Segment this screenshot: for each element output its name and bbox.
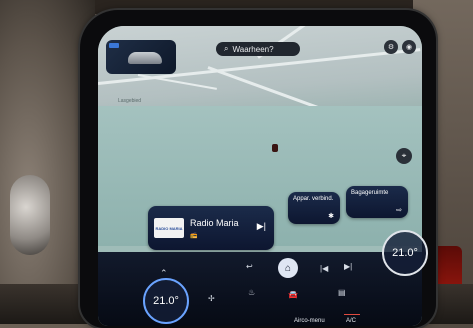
- profile-card[interactable]: [106, 40, 176, 74]
- rear-defrost-icon[interactable]: ▤: [338, 288, 346, 297]
- radio-icon: 📻: [190, 233, 198, 239]
- seat-heat-icon[interactable]: ♨: [248, 288, 255, 297]
- back-button[interactable]: ↩: [246, 262, 253, 271]
- shortcut-label: Appar. verbind.: [293, 196, 334, 202]
- fan-icon[interactable]: ✢: [208, 294, 215, 303]
- map-layers-button[interactable]: ◉: [402, 40, 416, 54]
- profile-badge: [109, 43, 119, 48]
- station-logo: RADIO MARIA: [154, 218, 184, 238]
- location-icon: ⌖: [401, 151, 407, 160]
- ac-indicator: [344, 314, 360, 315]
- home-button[interactable]: ⌂: [278, 258, 298, 278]
- map-top-controls: ⚙ ◉: [384, 40, 416, 54]
- right-temperature-value: 21.0°: [392, 247, 418, 259]
- control-knob: [10, 175, 50, 255]
- station-name: Radio Maria: [190, 218, 239, 228]
- airco-menu-button[interactable]: Airco-menu: [294, 318, 325, 324]
- map-settings-button[interactable]: ⚙: [384, 40, 398, 54]
- trunk-icon: ⇨: [396, 207, 402, 214]
- home-icon: ⌂: [284, 262, 292, 274]
- media-next-button[interactable]: ▶|: [257, 221, 266, 232]
- shortcut-label: Bagageruimte: [351, 190, 389, 196]
- car-icon[interactable]: 🚘: [288, 290, 298, 299]
- search-placeholder: Waarheen?: [232, 44, 274, 54]
- infotainment-screen: Lasgebied ⌕ Waarheen? ⚙ ◉ ⌖ RADIO MARIA …: [98, 26, 422, 326]
- navigation-search-input[interactable]: ⌕ Waarheen?: [216, 42, 300, 56]
- media-prev-button[interactable]: |◀: [320, 264, 328, 273]
- ac-button[interactable]: A/C: [346, 318, 356, 324]
- map-location-button[interactable]: ⌖: [396, 148, 412, 164]
- connect-devices-shortcut[interactable]: Appar. verbind. ✱: [288, 192, 340, 224]
- map-label: Lasgebied: [118, 98, 142, 104]
- chevron-up-icon[interactable]: ⌃: [160, 268, 168, 279]
- media-next-bottom-button[interactable]: ▶|: [344, 262, 352, 271]
- left-temperature-value: 21.0°: [153, 295, 179, 307]
- left-temperature-dial[interactable]: 21.0°: [143, 278, 189, 324]
- search-icon: ⌕: [224, 44, 229, 53]
- current-location-marker: [272, 144, 278, 152]
- gear-icon: ⚙: [387, 44, 395, 51]
- bluetooth-icon: ✱: [328, 213, 334, 220]
- vehicle-icon: [128, 52, 162, 64]
- layers-icon: ◉: [405, 44, 413, 51]
- trunk-shortcut[interactable]: Bagageruimte ⇨: [346, 186, 408, 218]
- media-widget[interactable]: RADIO MARIA Radio Maria 📻 ▶|: [148, 206, 274, 250]
- right-temperature-dial[interactable]: 21.0°: [382, 230, 428, 276]
